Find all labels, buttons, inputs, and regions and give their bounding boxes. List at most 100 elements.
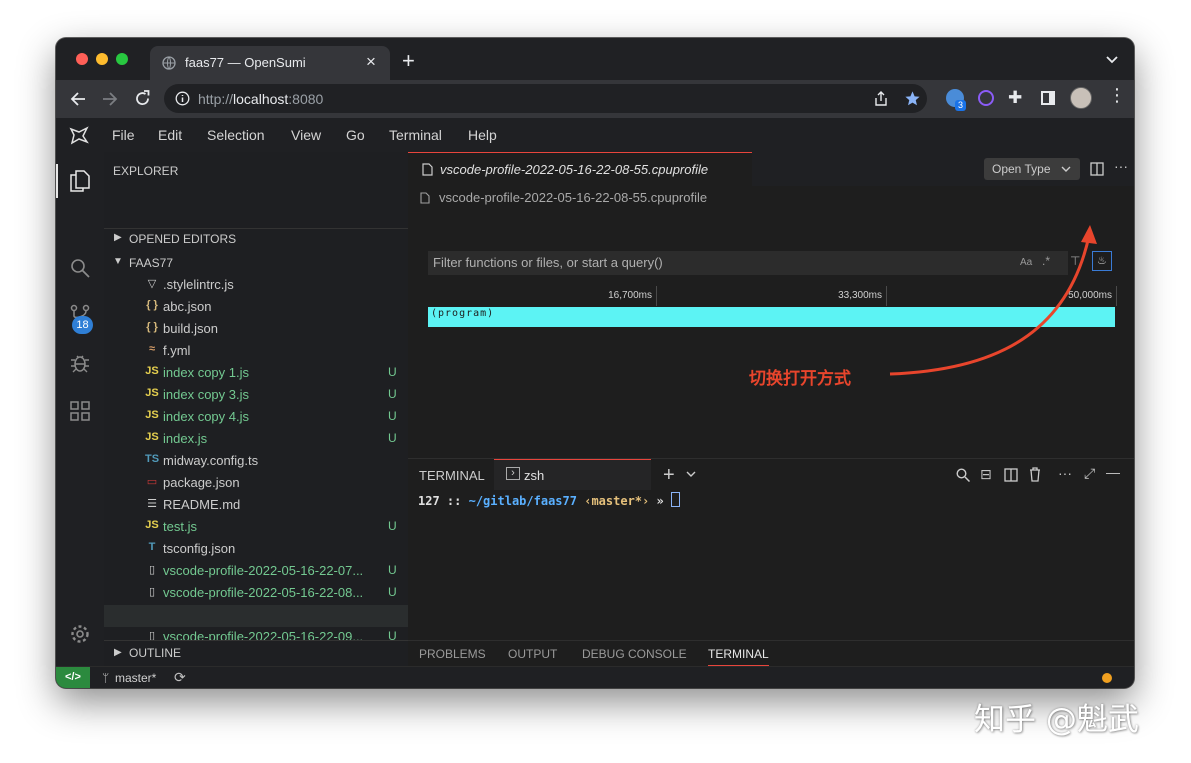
file-type-icon: ▯	[148, 586, 156, 598]
sidepanel-icon[interactable]	[1041, 91, 1055, 105]
bookmark-star-icon[interactable]	[904, 90, 921, 107]
terminal-tab-label: zsh	[524, 468, 545, 483]
chevron-right-icon: ▶	[114, 232, 122, 243]
remote-button[interactable]: </>	[56, 667, 90, 688]
email-extension-icon[interactable]	[978, 90, 994, 106]
git-status: U	[388, 519, 397, 533]
search-icon[interactable]	[70, 258, 90, 278]
panel-tabs: PROBLEMS OUTPUT DEBUG CONSOLE TERMINAL	[408, 640, 1134, 667]
file-tree-item[interactable]: ▯ vscode-profile-2022-05-16-22-07... U	[104, 560, 408, 582]
terminal-tab[interactable]: › zsh	[494, 459, 651, 490]
more-actions-icon[interactable]: ···	[1114, 158, 1128, 174]
menu-selection[interactable]: Selection	[207, 127, 265, 143]
file-tree-item[interactable]: Ttsconfig.json	[104, 538, 408, 560]
puzzle-icon[interactable]: ✚	[1008, 88, 1022, 108]
file-name: index copy 4.js	[163, 409, 249, 424]
tab-terminal[interactable]: TERMINAL	[708, 647, 769, 661]
menu-view[interactable]: View	[291, 127, 321, 143]
share-icon[interactable]	[874, 91, 888, 107]
menu-go[interactable]: Go	[346, 127, 365, 143]
file-name: package.json	[163, 475, 240, 490]
search-icon[interactable]	[956, 468, 970, 482]
browser-tab[interactable]: faas77 — OpenSumi ×	[150, 46, 390, 80]
open-type-button[interactable]: Open Type	[984, 158, 1080, 180]
file-name: tsconfig.json	[163, 541, 236, 556]
chevron-down-icon[interactable]	[686, 471, 696, 478]
avatar[interactable]	[1070, 87, 1092, 109]
status-bar: </> ᛘ master* ⟳	[56, 666, 1134, 688]
editor-tab[interactable]: vscode-profile-2022-05-16-22-08-55.cpupr…	[408, 152, 752, 186]
forward-icon[interactable]	[102, 91, 118, 107]
explorer-sidebar: EXPLORER ▶ OPENED EDITORS ▼ FAAS77 ▽ .sty…	[104, 152, 409, 667]
more-menu-icon[interactable]: ⋮	[1108, 86, 1126, 104]
terminal-panel: TERMINAL › zsh + ⊟ ··· ⤢ — 127 :: ~/gitl…	[408, 458, 1134, 641]
file-type-icon: JS	[145, 519, 159, 531]
file-tree-item[interactable]: JS test.js U	[104, 516, 408, 538]
tab-debug-console[interactable]: DEBUG CONSOLE	[582, 647, 687, 661]
file-tree-item[interactable]: { } build.json	[104, 318, 408, 340]
remote-icon: </>	[65, 671, 81, 683]
project-label[interactable]: FAAS77	[129, 256, 173, 270]
selected-row-highlight	[104, 605, 408, 627]
gear-icon[interactable]	[70, 624, 90, 644]
active-indicator	[56, 164, 58, 198]
more-actions-icon[interactable]: ···	[1058, 465, 1072, 481]
terminal-prompt[interactable]: 127 :: ~/gitlab/faas77 ‹master*› »	[418, 492, 680, 508]
close-window-button[interactable]	[76, 53, 88, 65]
toolbox-icon[interactable]: ⊟	[980, 466, 992, 483]
minimize-window-button[interactable]	[96, 53, 108, 65]
file-type-icon: ≈	[148, 343, 156, 355]
trash-icon[interactable]	[1029, 467, 1041, 482]
file-tree-item[interactable]: JS index copy 3.js U	[104, 384, 408, 406]
new-tab-button[interactable]: +	[402, 48, 415, 74]
address-bar[interactable]: http://localhost:8080	[164, 84, 927, 113]
debug-icon[interactable]	[69, 352, 91, 374]
extensions-icon[interactable]	[70, 401, 90, 421]
file-tree-item[interactable]: JS index.js U	[104, 428, 408, 450]
file-tree-item[interactable]: ▭ package.json	[104, 472, 408, 494]
close-tab-icon[interactable]: ×	[366, 52, 376, 72]
branch-name[interactable]: master*	[115, 671, 156, 685]
chevron-down-icon[interactable]	[1106, 56, 1118, 64]
menu-file[interactable]: File	[112, 127, 135, 143]
outline-section[interactable]: ▶ OUTLINE	[104, 640, 408, 667]
browser-toolbar: http://localhost:8080 3 ✚ ⋮	[56, 80, 1134, 118]
back-icon[interactable]	[70, 91, 86, 107]
file-tree-item[interactable]: JS index copy 1.js U	[104, 362, 408, 384]
scm-badge: 18	[72, 316, 93, 334]
info-icon[interactable]	[175, 91, 190, 106]
minimize-panel-icon[interactable]: —	[1106, 464, 1120, 480]
annotation-text: 切换打开方式	[749, 369, 851, 388]
file-icon	[420, 192, 430, 204]
tab-output[interactable]: OUTPUT	[508, 647, 557, 661]
files-icon[interactable]	[70, 170, 90, 192]
tab-problems[interactable]: PROBLEMS	[419, 647, 486, 661]
explorer-title: EXPLORER	[113, 164, 179, 178]
file-tree-item[interactable]: ▯ vscode-profile-2022-05-16-22-08... U	[104, 582, 408, 604]
file-tree-item[interactable]: ▽ .stylelintrc.js	[104, 274, 408, 296]
file-name: vscode-profile-2022-05-16-22-08...	[163, 585, 364, 600]
menu-help[interactable]: Help	[468, 127, 497, 143]
add-terminal-icon[interactable]: +	[663, 464, 675, 487]
file-tree-item[interactable]: { } abc.json	[104, 296, 408, 318]
zoom-window-button[interactable]	[116, 53, 128, 65]
breadcrumb[interactable]: vscode-profile-2022-05-16-22-08-55.cpupr…	[439, 190, 707, 205]
notification-dot[interactable]	[1102, 673, 1112, 683]
url-text: http://localhost:8080	[198, 91, 324, 107]
file-tree-item[interactable]: TS midway.config.ts	[104, 450, 408, 472]
file-name: README.md	[163, 497, 241, 512]
split-terminal-icon[interactable]	[1004, 468, 1018, 482]
file-type-icon: JS	[145, 431, 159, 443]
sync-icon[interactable]: ⟳	[174, 669, 186, 686]
file-tree-item[interactable]: ≈ f.yml	[104, 340, 408, 362]
menu-terminal[interactable]: Terminal	[389, 127, 442, 143]
maximize-icon[interactable]: ⤢	[1084, 465, 1095, 482]
menu-edit[interactable]: Edit	[158, 127, 182, 143]
file-name: abc.json	[163, 299, 212, 314]
watermark: 知乎 @魁武	[974, 702, 1139, 738]
file-tree-item[interactable]: ☰ README.md	[104, 494, 408, 516]
reload-icon[interactable]	[134, 90, 151, 107]
file-type-icon: JS	[145, 409, 159, 421]
split-editor-icon[interactable]	[1090, 162, 1104, 176]
file-tree-item[interactable]: JS index copy 4.js U	[104, 406, 408, 428]
